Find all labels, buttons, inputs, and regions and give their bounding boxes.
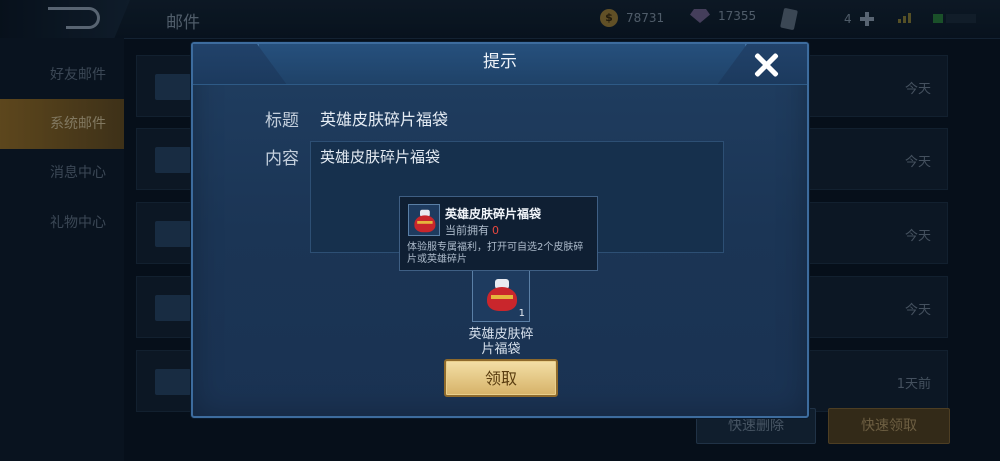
owned-label: 当前拥有 xyxy=(445,224,489,237)
lucky-bag-icon xyxy=(485,275,519,311)
item-name: 英雄皮肤碎 片福袋 xyxy=(468,327,534,357)
tooltip-item-icon xyxy=(408,204,440,236)
close-icon[interactable] xyxy=(751,50,781,80)
content-text: 英雄皮肤碎片福袋 xyxy=(320,148,441,166)
content-label: 内容 xyxy=(265,149,299,169)
tooltip-description: 体验服专属福利，打开可自选2个皮肤碎片或英雄碎片 xyxy=(407,242,584,265)
claim-button[interactable]: 领取 xyxy=(444,359,558,397)
owned-count: 0 xyxy=(492,224,499,237)
tooltip-item-name: 英雄皮肤碎片福袋 xyxy=(445,207,542,221)
reward-item-slot[interactable]: 1 xyxy=(472,266,530,322)
subject-label: 标题 xyxy=(265,111,299,131)
lucky-bag-icon xyxy=(413,207,437,233)
tooltip-owned: 当前拥有 0 xyxy=(445,222,499,238)
subject-value: 英雄皮肤碎片福袋 xyxy=(320,110,449,129)
item-tooltip: 英雄皮肤碎片福袋 当前拥有 0 体验服专属福利，打开可自选2个皮肤碎片或英雄碎片 xyxy=(399,196,598,271)
item-count: 1 xyxy=(518,308,525,319)
dialog-title: 提示 xyxy=(483,52,517,72)
dialog-header: 提示 xyxy=(193,44,807,85)
